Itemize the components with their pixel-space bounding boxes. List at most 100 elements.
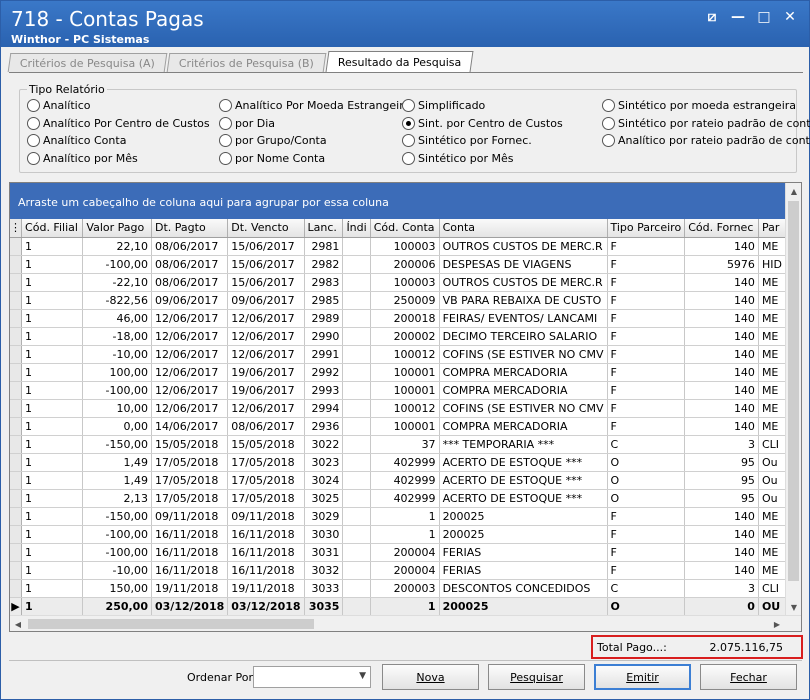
table-row[interactable]: 1 -822,56 09/06/2017 09/06/2017 2985 250009 VB… [10,291,786,310]
table-total-row[interactable]: ▶ 1 250,00 03/12/2018 03/12/2018 3035 1 200025 O… [10,596,786,615]
table-row[interactable]: 1 -100,00 12/06/2017 19/06/2017 2993 100001 CO… [10,381,786,400]
close-button[interactable]: Fechar [700,664,797,690]
column-header[interactable]: Cód. Filial [21,219,84,238]
report-type-radio[interactable]: Analítico Por Moeda Estrangeira [219,99,411,112]
report-type-radio[interactable]: por Dia [219,117,275,130]
order-by-select[interactable]: ▼ [253,666,371,688]
row-indicator[interactable] [10,507,23,526]
maximize-icon[interactable]: □ [753,7,775,27]
emit-button[interactable]: Emitir [594,664,691,690]
radio-unchecked-icon[interactable] [27,117,40,130]
table-row[interactable]: 1 -150,00 15/05/2018 15/05/2018 3022 37 *** TE… [10,435,786,454]
row-indicator[interactable] [10,435,23,454]
table-row[interactable]: 1 -100,00 16/11/2018 16/11/2018 3030 1 200025 F… [10,525,786,544]
table-row[interactable]: 1 1,49 17/05/2018 17/05/2018 3023 402999 ACERT… [10,453,786,472]
scroll-thumb[interactable] [788,201,799,581]
row-indicator[interactable] [10,327,23,346]
row-indicator[interactable] [10,291,23,310]
table-row[interactable]: 1 -150,00 09/11/2018 09/11/2018 3029 1 200025 F… [10,507,786,526]
column-header[interactable]: Dt. Pagto [151,219,229,238]
table-row[interactable]: 1 -10,00 12/06/2017 12/06/2017 2991 100012 COF… [10,345,786,364]
radio-unchecked-icon[interactable] [27,134,40,147]
table-row[interactable]: 1 100,00 12/06/2017 19/06/2017 2992 100001 COM… [10,363,786,382]
radio-unchecked-icon[interactable] [219,152,232,165]
radio-unchecked-icon[interactable] [219,117,232,130]
vertical-scrollbar[interactable]: ▲ ▼ [785,183,801,615]
radio-unchecked-icon[interactable] [402,152,415,165]
new-button[interactable]: Nova [382,664,479,690]
table-row[interactable]: 1 -100,00 16/11/2018 16/11/2018 3031 200004 FE… [10,543,786,562]
column-header[interactable]: Cód. Conta [370,219,440,238]
column-chooser-icon[interactable]: ⋮ [10,219,23,238]
column-header[interactable]: Índi [342,219,371,238]
row-indicator[interactable] [10,255,23,274]
radio-checked-icon[interactable] [402,117,415,130]
column-header[interactable]: Cód. Fornec [684,219,759,238]
row-indicator[interactable] [10,345,23,364]
radio-unchecked-icon[interactable] [602,99,615,112]
group-by-panel[interactable]: Arraste um cabeçalho de coluna aqui para… [10,183,801,219]
report-type-radio[interactable]: Sintético por Fornec. [402,134,532,147]
scroll-left-icon[interactable]: ◀ [10,616,26,632]
tab-criteria-b[interactable]: Critérios de Pesquisa (B) [166,53,327,72]
minimize-icon[interactable]: — [727,7,749,27]
table-row[interactable]: 1 46,00 12/06/2017 12/06/2017 2989 200018 FEIR… [10,309,786,328]
report-type-radio[interactable]: Analítico por Mês [27,152,138,165]
row-indicator[interactable] [10,381,23,400]
row-indicator[interactable] [10,489,23,508]
row-indicator[interactable] [10,237,23,256]
row-indicator[interactable] [10,399,23,418]
tab-results[interactable]: Resultado da Pesquisa [325,51,474,72]
scroll-up-icon[interactable]: ▲ [786,183,802,199]
radio-unchecked-icon[interactable] [402,99,415,112]
report-type-radio[interactable]: Simplificado [402,99,485,112]
radio-unchecked-icon[interactable] [219,134,232,147]
table-row[interactable]: 1 -22,10 08/06/2017 15/06/2017 2983 100003 OUT… [10,273,786,292]
table-row[interactable]: 1 -100,00 08/06/2017 15/06/2017 2982 200006 DE… [10,255,786,274]
row-indicator[interactable] [10,579,23,598]
report-type-radio[interactable]: Sint. por Centro de Custos [402,117,563,130]
radio-unchecked-icon[interactable] [27,99,40,112]
radio-unchecked-icon[interactable] [602,117,615,130]
report-type-radio[interactable]: Analítico por rateio padrão de conta [602,134,810,147]
row-pointer-icon[interactable]: ▶ [10,596,23,615]
report-type-radio[interactable]: Analítico Conta [27,134,126,147]
row-indicator[interactable] [10,561,23,580]
table-row[interactable]: 1 10,00 12/06/2017 12/06/2017 2994 100012 COFI… [10,399,786,418]
table-row[interactable]: 1 1,49 17/05/2018 17/05/2018 3024 402999 ACERT… [10,471,786,490]
column-header[interactable]: Dt. Vencto [227,219,305,238]
restore-icon[interactable]: ⧄ [701,7,723,27]
row-indicator[interactable] [10,471,23,490]
report-type-radio[interactable]: Sintético por rateio padrão de conta [602,117,810,130]
radio-unchecked-icon[interactable] [219,99,232,112]
report-type-radio[interactable]: por Grupo/Conta [219,134,327,147]
hscroll-thumb[interactable] [28,619,314,629]
report-type-radio[interactable]: Analítico Por Centro de Custos [27,117,210,130]
radio-unchecked-icon[interactable] [402,134,415,147]
column-header[interactable]: Lanc. [304,219,344,238]
report-type-radio[interactable]: Sintético por Mês [402,152,513,165]
report-type-radio[interactable]: por Nome Conta [219,152,325,165]
row-indicator[interactable] [10,309,23,328]
column-header[interactable]: Valor Pago [82,219,152,238]
report-type-radio[interactable]: Sintético por moeda estrangeira [602,99,796,112]
horizontal-scrollbar[interactable]: ◀ ▶ [10,615,801,631]
close-icon[interactable]: ✕ [779,7,801,27]
tab-criteria-a[interactable]: Critérios de Pesquisa (A) [7,53,168,72]
table-row[interactable]: 1 22,10 08/06/2017 15/06/2017 2981 100003 OUTR… [10,237,786,256]
scroll-right-icon[interactable]: ▶ [769,616,785,632]
search-button[interactable]: Pesquisar [488,664,585,690]
radio-unchecked-icon[interactable] [602,134,615,147]
table-row[interactable]: 1 150,00 19/11/2018 19/11/2018 3033 200003 DES… [10,579,786,598]
row-indicator[interactable] [10,273,23,292]
row-indicator[interactable] [10,525,23,544]
table-row[interactable]: 1 -18,00 12/06/2017 12/06/2017 2990 200002 DEC… [10,327,786,346]
row-indicator[interactable] [10,363,23,382]
row-indicator[interactable] [10,417,23,436]
radio-unchecked-icon[interactable] [27,152,40,165]
column-header[interactable]: Tipo Parceiro [607,219,686,238]
table-row[interactable]: 1 -10,00 16/11/2018 16/11/2018 3032 200004 FER… [10,561,786,580]
table-row[interactable]: 1 0,00 14/06/2017 08/06/2017 2936 100001 COMPR… [10,417,786,436]
column-header[interactable]: Conta [439,219,608,238]
row-indicator[interactable] [10,453,23,472]
